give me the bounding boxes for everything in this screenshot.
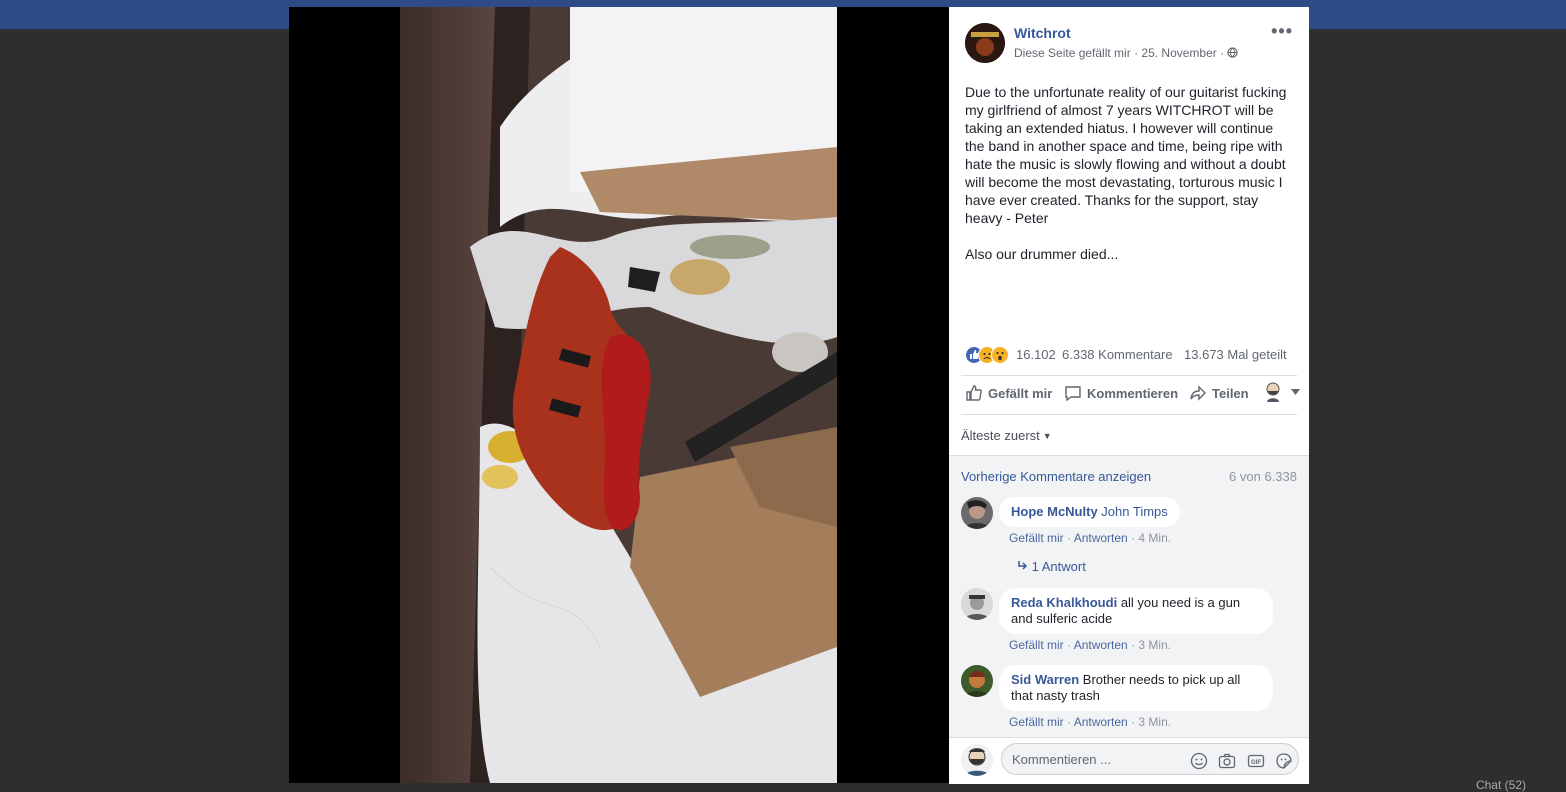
post-header: Witchrot Diese Seite gefällt mir · 25. N… — [965, 22, 1293, 65]
view-replies-link[interactable]: 1 Antwort — [1017, 559, 1086, 574]
wow-reaction-icon — [991, 346, 1009, 364]
comment-actions: Gefällt mir · Antworten · 4 Min. — [1009, 531, 1172, 545]
user-avatar-small-icon — [1264, 382, 1287, 402]
post-photo[interactable] — [400, 7, 837, 783]
divider — [961, 414, 1297, 415]
svg-text:GIF: GIF — [1251, 760, 1261, 766]
commenter-avatar[interactable] — [961, 497, 993, 529]
chat-tab-label[interactable]: Chat (52) — [1476, 778, 1526, 792]
comment-bubble: Hope McNulty John Timps — [999, 497, 1180, 527]
comment-composer: GIF — [949, 737, 1309, 784]
comment-author-link[interactable]: Sid Warren — [1011, 672, 1079, 687]
reactions-summary: 16.102 6.338 Kommentare 13.673 Mal getei… — [965, 345, 1293, 365]
post-side-panel: Witchrot Diese Seite gefällt mir · 25. N… — [949, 7, 1309, 784]
caret-down-icon: ▼ — [1042, 431, 1052, 441]
reaction-icons[interactable] — [965, 346, 1015, 364]
share-arrow-icon — [1189, 385, 1212, 401]
comment-bubble: Sid Warren Brother needs to pick up all … — [999, 665, 1273, 711]
post-meta: Diese Seite gefällt mir · 25. November · — [1014, 46, 1239, 60]
comments-count-of: 6 von 6.338 — [1229, 469, 1297, 484]
thumbs-up-icon — [965, 385, 988, 401]
witchrot-logo-icon — [965, 23, 1005, 63]
post-date[interactable]: 25. November — [1141, 46, 1216, 60]
reaction-count[interactable]: 16.102 — [1016, 347, 1056, 362]
meta-separator: · — [1220, 46, 1225, 60]
trash-guitar-photo-art — [400, 7, 837, 783]
comment-author-link[interactable]: Hope McNulty — [1011, 504, 1098, 519]
commenter-avatar[interactable] — [961, 665, 993, 697]
comment-author-link[interactable]: Reda Khalkhoudi — [1011, 595, 1117, 610]
comment-time[interactable]: 3 Min. — [1138, 715, 1171, 729]
page-liked-status[interactable]: Diese Seite gefällt mir — [1014, 46, 1131, 60]
emoji-icon[interactable] — [1190, 752, 1208, 775]
composer-icons: GIF — [1184, 752, 1293, 770]
comment-actions: Gefällt mir · Antworten · 3 Min. — [1009, 638, 1172, 652]
comment-bubble-icon — [1064, 386, 1087, 402]
comment-count-link[interactable]: 6.338 Kommentare — [1062, 347, 1173, 362]
comments-list: Vorherige Kommentare anzeigen 6 von 6.33… — [949, 455, 1309, 738]
replies-count: 1 Antwort — [1031, 559, 1086, 574]
comment-like-link[interactable]: Gefällt mir — [1009, 638, 1064, 652]
share-button-label: Teilen — [1212, 386, 1249, 401]
post-actions: Gefällt mir Kommentieren Teilen — [965, 381, 1300, 409]
comment-reply-link[interactable]: Antworten — [1074, 638, 1128, 652]
comment-reply-link[interactable]: Antworten — [1074, 531, 1128, 545]
comment-bubble: Reda Khalkhoudi all you need is a gun an… — [999, 588, 1273, 634]
comment-like-link[interactable]: Gefällt mir — [1009, 715, 1064, 729]
sticker-icon[interactable] — [1275, 752, 1293, 775]
globe-icon — [1227, 46, 1239, 60]
comment-reply-link[interactable]: Antworten — [1074, 715, 1128, 729]
gif-icon[interactable]: GIF — [1247, 752, 1265, 775]
comment-sort-dropdown[interactable]: Älteste zuerst ▼ — [961, 428, 1052, 443]
comment-button[interactable]: Kommentieren — [1064, 384, 1178, 402]
post-as-selector[interactable] — [1264, 381, 1305, 403]
meta-separator: · — [1134, 46, 1139, 60]
sort-label: Älteste zuerst — [961, 428, 1040, 443]
page-name-link[interactable]: Witchrot — [1014, 25, 1071, 41]
comment-button-label: Kommentieren — [1087, 386, 1179, 401]
comment-item: Sid Warren Brother needs to pick up all … — [961, 665, 1301, 735]
camera-icon[interactable] — [1218, 752, 1236, 775]
share-button[interactable]: Teilen — [1189, 384, 1249, 402]
tagged-user-link[interactable]: John Timps — [1101, 504, 1167, 519]
comment-item: Reda Khalkhoudi all you need is a gun an… — [961, 588, 1301, 658]
reply-arrow-icon — [1017, 559, 1028, 574]
current-user-avatar[interactable] — [961, 744, 993, 776]
page-avatar[interactable] — [965, 23, 1005, 63]
comment-time[interactable]: 3 Min. — [1138, 638, 1171, 652]
photo-stage — [289, 7, 949, 783]
divider — [961, 375, 1297, 376]
chevron-down-icon — [1290, 387, 1305, 402]
like-button-label: Gefällt mir — [988, 386, 1053, 401]
more-options-icon[interactable]: ••• — [1271, 22, 1293, 40]
commenter-avatar[interactable] — [961, 588, 993, 620]
comment-time[interactable]: 4 Min. — [1138, 531, 1171, 545]
comment-actions: Gefällt mir · Antworten · 3 Min. — [1009, 715, 1172, 729]
post-text: Due to the unfortunate reality of our gu… — [965, 84, 1287, 262]
like-button[interactable]: Gefällt mir — [965, 384, 1052, 402]
comment-like-link[interactable]: Gefällt mir — [1009, 531, 1064, 545]
share-count-link[interactable]: 13.673 Mal geteilt — [1184, 347, 1287, 362]
previous-comments-link[interactable]: Vorherige Kommentare anzeigen — [961, 469, 1151, 484]
